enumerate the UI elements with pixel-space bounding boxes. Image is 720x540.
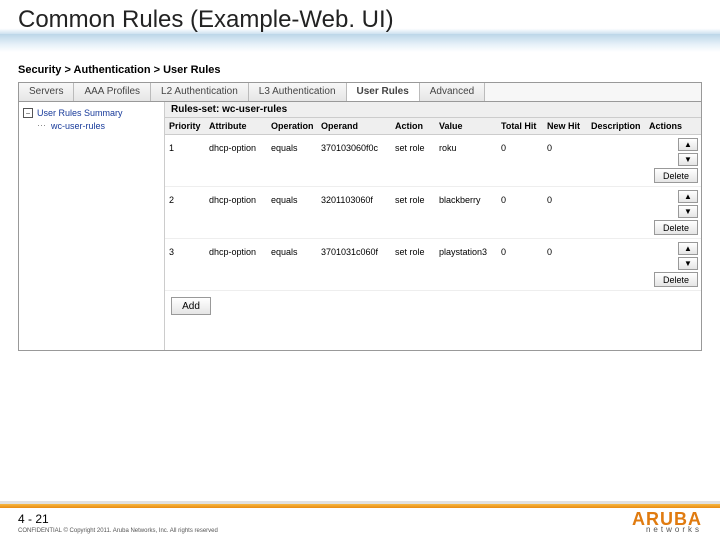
cell: roku: [435, 135, 497, 186]
cell: 2: [165, 187, 205, 238]
col-header: Actions: [645, 118, 701, 134]
cell: 0: [497, 135, 543, 186]
tab-l3-authentication[interactable]: L3 Authentication: [249, 83, 347, 101]
collapse-icon[interactable]: −: [23, 108, 33, 118]
move-down-button[interactable]: ▼: [678, 153, 698, 166]
col-header: Attribute: [205, 118, 267, 134]
move-down-button[interactable]: ▼: [678, 257, 698, 270]
cell: 0: [543, 135, 587, 186]
cell: [587, 135, 645, 186]
tree-branch-icon: ⋯: [37, 120, 47, 131]
cell: 1: [165, 135, 205, 186]
col-header: Action: [391, 118, 435, 134]
col-header: Total Hit: [497, 118, 543, 134]
cell: set role: [391, 187, 435, 238]
actions-cell: ▲ ▼ Delete: [645, 239, 701, 290]
main-panel: − User Rules Summary ⋯ wc-user-rules Rul…: [18, 101, 702, 351]
move-down-button[interactable]: ▼: [678, 205, 698, 218]
cell: dhcp-option: [205, 187, 267, 238]
rules-grid: Rules-set: wc-user-rules PriorityAttribu…: [165, 102, 701, 350]
cell: blackberry: [435, 187, 497, 238]
tab-servers[interactable]: Servers: [19, 83, 74, 101]
col-header: Operation: [267, 118, 317, 134]
table-row: 1dhcp-optionequals370103060f0cset rolero…: [165, 135, 701, 187]
cell: 0: [543, 187, 587, 238]
col-header: Value: [435, 118, 497, 134]
cell: [587, 239, 645, 290]
table-row: 3dhcp-optionequals3701031c060fset rolepl…: [165, 239, 701, 291]
cell: playstation3: [435, 239, 497, 290]
tree-root-label: User Rules Summary: [37, 108, 123, 118]
cell: 3: [165, 239, 205, 290]
grid-title: Rules-set: wc-user-rules: [165, 102, 701, 118]
cell: dhcp-option: [205, 135, 267, 186]
tab-l2-authentication[interactable]: L2 Authentication: [151, 83, 249, 101]
cell: dhcp-option: [205, 239, 267, 290]
move-up-button[interactable]: ▲: [678, 190, 698, 203]
cell: 0: [497, 239, 543, 290]
cell: 370103060f0c: [317, 135, 391, 186]
actions-cell: ▲ ▼ Delete: [645, 187, 701, 238]
move-up-button[interactable]: ▲: [678, 138, 698, 151]
cell: 3201103060f: [317, 187, 391, 238]
col-header: New Hit: [543, 118, 587, 134]
tree-child-label: wc-user-rules: [51, 121, 105, 131]
grid-header-row: PriorityAttributeOperationOperandActionV…: [165, 118, 701, 135]
cell: set role: [391, 135, 435, 186]
breadcrumb: Security > Authentication > User Rules: [18, 64, 702, 76]
add-button[interactable]: Add: [171, 297, 211, 315]
tree-child[interactable]: ⋯ wc-user-rules: [37, 120, 160, 131]
tab-bar: ServersAAA ProfilesL2 AuthenticationL3 A…: [18, 82, 702, 101]
table-row: 2dhcp-optionequals3201103060fset rolebla…: [165, 187, 701, 239]
cell: set role: [391, 239, 435, 290]
cell: 0: [497, 187, 543, 238]
col-header: Description: [587, 118, 645, 134]
cell: [587, 187, 645, 238]
col-header: Priority: [165, 118, 205, 134]
move-up-button[interactable]: ▲: [678, 242, 698, 255]
actions-cell: ▲ ▼ Delete: [645, 135, 701, 186]
tab-user-rules[interactable]: User Rules: [347, 83, 420, 101]
col-header: Operand: [317, 118, 391, 134]
tree-root[interactable]: − User Rules Summary: [23, 108, 160, 118]
tab-aaa-profiles[interactable]: AAA Profiles: [74, 83, 151, 101]
slide-footer: 4 - 21 CONFIDENTIAL © Copyright 2011. Ar…: [0, 501, 720, 540]
cell: equals: [267, 135, 317, 186]
delete-button[interactable]: Delete: [654, 168, 698, 183]
tree-nav: − User Rules Summary ⋯ wc-user-rules: [19, 102, 165, 350]
page-number: 4 - 21: [18, 512, 218, 526]
confidential-text: CONFIDENTIAL © Copyright 2011. Aruba Net…: [18, 528, 218, 534]
cell: equals: [267, 187, 317, 238]
tab-advanced[interactable]: Advanced: [420, 83, 485, 101]
cell: 0: [543, 239, 587, 290]
cell: equals: [267, 239, 317, 290]
delete-button[interactable]: Delete: [654, 272, 698, 287]
delete-button[interactable]: Delete: [654, 220, 698, 235]
brand-logo: ARUBA networks: [632, 512, 702, 534]
slide-title: Common Rules (Example-Web. UI): [0, 0, 720, 52]
cell: 3701031c060f: [317, 239, 391, 290]
